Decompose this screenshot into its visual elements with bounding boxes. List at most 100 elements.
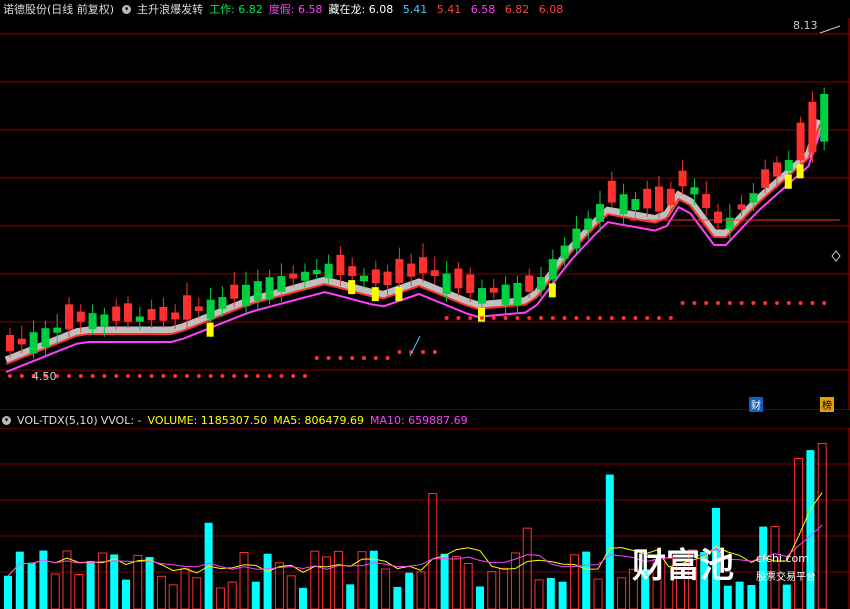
stop-dot	[657, 316, 661, 320]
signal-bar	[348, 280, 356, 295]
stop-dot	[314, 356, 319, 360]
candle-body	[183, 295, 191, 320]
volume-bar	[440, 553, 449, 609]
stop-dot	[126, 374, 130, 378]
indicator-name[interactable]: 主升浪爆发转	[137, 1, 203, 17]
candlestick-chart[interactable]	[0, 18, 850, 410]
candle-body	[242, 284, 250, 307]
candle-body	[714, 211, 722, 224]
candle-body	[135, 316, 144, 322]
stop-dot	[350, 356, 355, 360]
volume-bar	[180, 568, 190, 609]
candle-body	[796, 122, 805, 161]
stop-dot	[609, 316, 614, 320]
stop-dot	[291, 374, 296, 378]
ma-line-magenta	[5, 131, 822, 373]
volume-bar	[806, 450, 815, 609]
candle-body	[76, 311, 85, 322]
stop-dot	[645, 316, 650, 320]
volume-value: VOLUME: 1185307.50	[147, 413, 268, 427]
candle-body	[430, 270, 439, 276]
candle-body	[289, 273, 298, 279]
volume-indicator-name[interactable]: VOL-TDX(5,10)	[17, 414, 98, 427]
stop-dot	[444, 316, 449, 320]
volume-bar	[50, 573, 60, 609]
candle-body	[383, 271, 392, 285]
volume-bar	[168, 584, 178, 609]
indicator-value-4: 5.41	[433, 3, 462, 16]
stop-dot	[279, 374, 284, 378]
candle-body	[419, 257, 427, 274]
signal-bar	[548, 283, 556, 298]
candle-body	[607, 180, 616, 203]
ranking-marker[interactable]: 榜	[820, 397, 834, 412]
stop-dot	[114, 374, 119, 378]
stop-dot	[326, 356, 331, 360]
stop-dot	[373, 356, 378, 360]
volume-bar	[4, 575, 12, 609]
candle-body	[666, 188, 675, 206]
candle-body	[548, 259, 557, 280]
candle-body	[301, 271, 309, 281]
candle-body	[206, 299, 215, 319]
candle-body	[265, 277, 274, 300]
volume-bar	[782, 584, 791, 609]
volume-bar	[74, 574, 84, 609]
stop-dot	[798, 301, 803, 305]
stop-dot	[19, 374, 24, 378]
volume-bar	[110, 554, 119, 609]
stop-dot	[527, 316, 532, 320]
volume-bar	[286, 575, 296, 609]
stop-dot	[480, 316, 484, 320]
candle-body	[53, 327, 62, 333]
volume-bar	[381, 568, 391, 609]
candle-body	[584, 218, 593, 231]
indicator-value-1: 度假: 6.58	[268, 3, 323, 16]
signal-bar	[784, 174, 792, 189]
vvol-label: VVOL: -	[100, 413, 142, 427]
stock-name[interactable]: 诺德股份(日线 前复权)	[3, 1, 114, 17]
stop-dot	[539, 316, 543, 320]
candle-body	[88, 313, 97, 330]
candle-body	[336, 254, 345, 276]
candle-body	[41, 328, 50, 348]
indicator-value-2: 藏在龙: 6.08	[328, 3, 394, 16]
volume-bar	[133, 554, 143, 609]
stop-dot	[338, 356, 343, 360]
stop-dot	[255, 374, 260, 378]
stop-dot	[208, 374, 213, 378]
stop-connector	[409, 335, 421, 357]
stop-dot	[550, 316, 555, 320]
finance-marker[interactable]: 财	[749, 397, 763, 412]
stop-dot	[574, 316, 579, 320]
volume-bar	[723, 585, 732, 609]
candle-body	[631, 199, 640, 211]
candle-body	[29, 332, 38, 354]
signal-bar	[395, 286, 403, 301]
watermark-tagline: 股票交易平台	[756, 572, 816, 583]
volume-bar	[310, 550, 320, 609]
volume-bar	[192, 577, 202, 609]
candle-body	[159, 306, 168, 321]
stop-dot	[739, 301, 744, 305]
volume-bar	[227, 581, 237, 609]
volume-bar	[558, 581, 567, 609]
stop-dot	[78, 374, 83, 378]
volume-bar	[215, 587, 225, 609]
candle-body	[643, 188, 652, 209]
candle-body	[277, 275, 286, 292]
candle-body	[572, 228, 581, 249]
volume-bar	[747, 585, 756, 609]
candle-body	[194, 306, 203, 311]
volume-bar	[86, 561, 95, 609]
candle-body	[454, 268, 463, 289]
signal-bar	[796, 164, 804, 179]
volume-bar	[817, 443, 827, 609]
indicator-value-7: 6.08	[535, 3, 564, 16]
watermark-logo: 财富池	[632, 546, 734, 586]
candle-body	[442, 273, 451, 294]
chevron-down-icon[interactable]: ▾	[122, 4, 132, 14]
chevron-down-icon[interactable]: ▾	[2, 415, 11, 425]
stop-dot	[173, 374, 178, 378]
candle-body	[360, 275, 368, 282]
